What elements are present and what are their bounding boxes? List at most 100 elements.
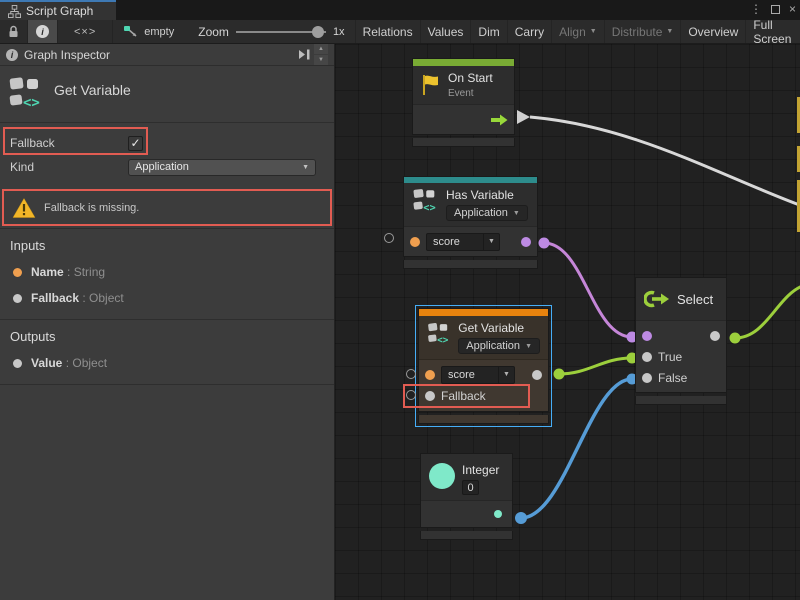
node-title: Select [677,292,713,307]
unconnected-port-ring[interactable] [406,390,416,400]
node-title: On Start [448,71,493,85]
menu-icon[interactable]: ⋮ [750,3,762,15]
info-icon: i [36,25,49,38]
variable-name-field[interactable]: score ▼ [426,233,500,251]
name-input-port[interactable] [425,370,435,380]
node-footer [412,138,515,147]
wire-select-output[interactable] [735,285,800,338]
align-button[interactable]: Align▼ [552,20,605,43]
chevron-down-icon: ▼ [302,164,309,171]
node-has-variable[interactable]: <> Has Variable Application▼ score ▼ [403,176,538,269]
selection-output-port[interactable] [710,331,720,341]
inspector-toggle-button[interactable]: i [28,20,58,43]
wire-hasvariable-to-select[interactable] [544,243,632,337]
node-footer [635,396,727,405]
carry-button[interactable]: Carry [508,20,552,43]
input-pin-row: Fallback : Object [0,285,334,311]
condition-input-port[interactable] [642,331,652,341]
node-on-start[interactable]: On Start Event [412,58,515,147]
false-input-port[interactable] [642,373,652,383]
chevron-down-icon[interactable]: ▼ [498,367,514,383]
input-pin-row: Name : String [0,259,334,285]
maximize-icon[interactable] [771,5,780,14]
flow-output-port[interactable] [491,114,508,126]
fallback-property-row: Fallback ✓ [0,131,334,155]
svg-text:<>: <> [437,335,449,346]
lock-button[interactable] [0,20,28,43]
fallback-checkbox[interactable]: ✓ [128,136,143,151]
macro-indicator[interactable]: empty [113,20,184,43]
select-icon [644,290,670,308]
svg-text:<>: <> [423,202,435,213]
result-output-port[interactable] [521,237,531,247]
dim-button[interactable]: Dim [471,20,507,43]
graph-canvas[interactable]: On Start Event [335,44,800,600]
kind-pill[interactable]: Application▼ [458,338,540,354]
node-integer[interactable]: Integer 0 [420,453,513,540]
warning-box: Fallback is missing. [2,189,332,226]
zoom-label: Zoom [198,25,229,39]
node-get-variable-selection: <> Get Variable Application▼ s [415,305,552,427]
name-input-port[interactable] [410,237,420,247]
info-icon: i [6,49,18,61]
variable-name-field[interactable]: score ▼ [441,366,515,384]
wire-getvariable-to-select-true[interactable] [559,358,632,374]
distribute-button[interactable]: Distribute▼ [605,20,682,43]
chevron-up-icon[interactable]: ▲ [314,44,328,54]
node-footer [420,531,513,540]
node-select[interactable]: Select True False [635,277,727,405]
value-output-port[interactable] [494,510,502,518]
chevron-down-icon[interactable]: ▼ [314,55,328,65]
overview-button[interactable]: Overview [681,20,746,43]
chevron-down-icon[interactable]: ▼ [483,234,499,250]
wire-onstart-flow[interactable] [530,117,800,207]
outputs-header: Outputs [0,320,334,350]
output-pin-row: Value : Object [0,350,334,376]
unit-title: Get Variable [54,76,131,98]
wire-endpoint [515,512,527,524]
zoom-control: Zoom 1x [184,20,355,43]
chevron-down-icon: ▼ [666,28,673,35]
tab-script-graph[interactable]: Script Graph [0,0,116,20]
inputs-header: Inputs [0,229,334,259]
false-port-label: False [658,371,687,385]
unit-header: <> Get Variable [0,66,334,122]
toolbar: i <×> empty Zoom 1x Relations Values Dim… [0,20,800,44]
values-button[interactable]: Values [421,20,472,43]
fallback-input-port[interactable] [425,391,435,401]
chevron-down-icon: ▼ [525,343,532,350]
full-screen-button[interactable]: Full Screen [746,20,800,43]
relations-button[interactable]: Relations [356,20,421,43]
true-port-label: True [658,350,682,364]
close-icon[interactable]: × [789,3,796,15]
macro-label: empty [144,26,174,38]
unconnected-port-ring[interactable] [384,233,394,243]
zoom-slider-handle[interactable] [312,26,324,38]
node-subtitle: Event [448,88,493,99]
svg-text:<>: <> [23,95,40,110]
panel-spinner[interactable]: ▲ ▼ [314,44,328,65]
tab-title: Script Graph [26,4,93,18]
kind-pill[interactable]: Application▼ [446,205,528,221]
node-get-variable[interactable]: <> Get Variable Application▼ s [418,308,549,424]
flow-port-triangle [517,110,530,124]
wire-endpoint [730,333,741,344]
node-title: Has Variable [446,188,528,202]
node-footer [418,415,549,424]
dock-panel-icon[interactable] [297,49,311,60]
fallback-port-label: Fallback [441,389,486,403]
true-input-port[interactable] [642,352,652,362]
chevron-down-icon: ▼ [513,210,520,217]
variable-icon: <> [412,188,439,213]
code-preview-button[interactable]: <×> [58,20,113,43]
kind-dropdown[interactable]: Application ▼ [128,159,316,176]
zoom-slider[interactable] [236,31,326,33]
script-graph-icon [8,5,21,18]
unconnected-port-ring[interactable] [406,369,416,379]
fallback-property-label: Fallback [10,136,128,150]
orange-color-bar [419,309,548,316]
node-footer [403,260,538,269]
value-output-port[interactable] [532,370,542,380]
event-color-bar [413,59,514,66]
integer-value-field[interactable]: 0 [462,480,479,495]
